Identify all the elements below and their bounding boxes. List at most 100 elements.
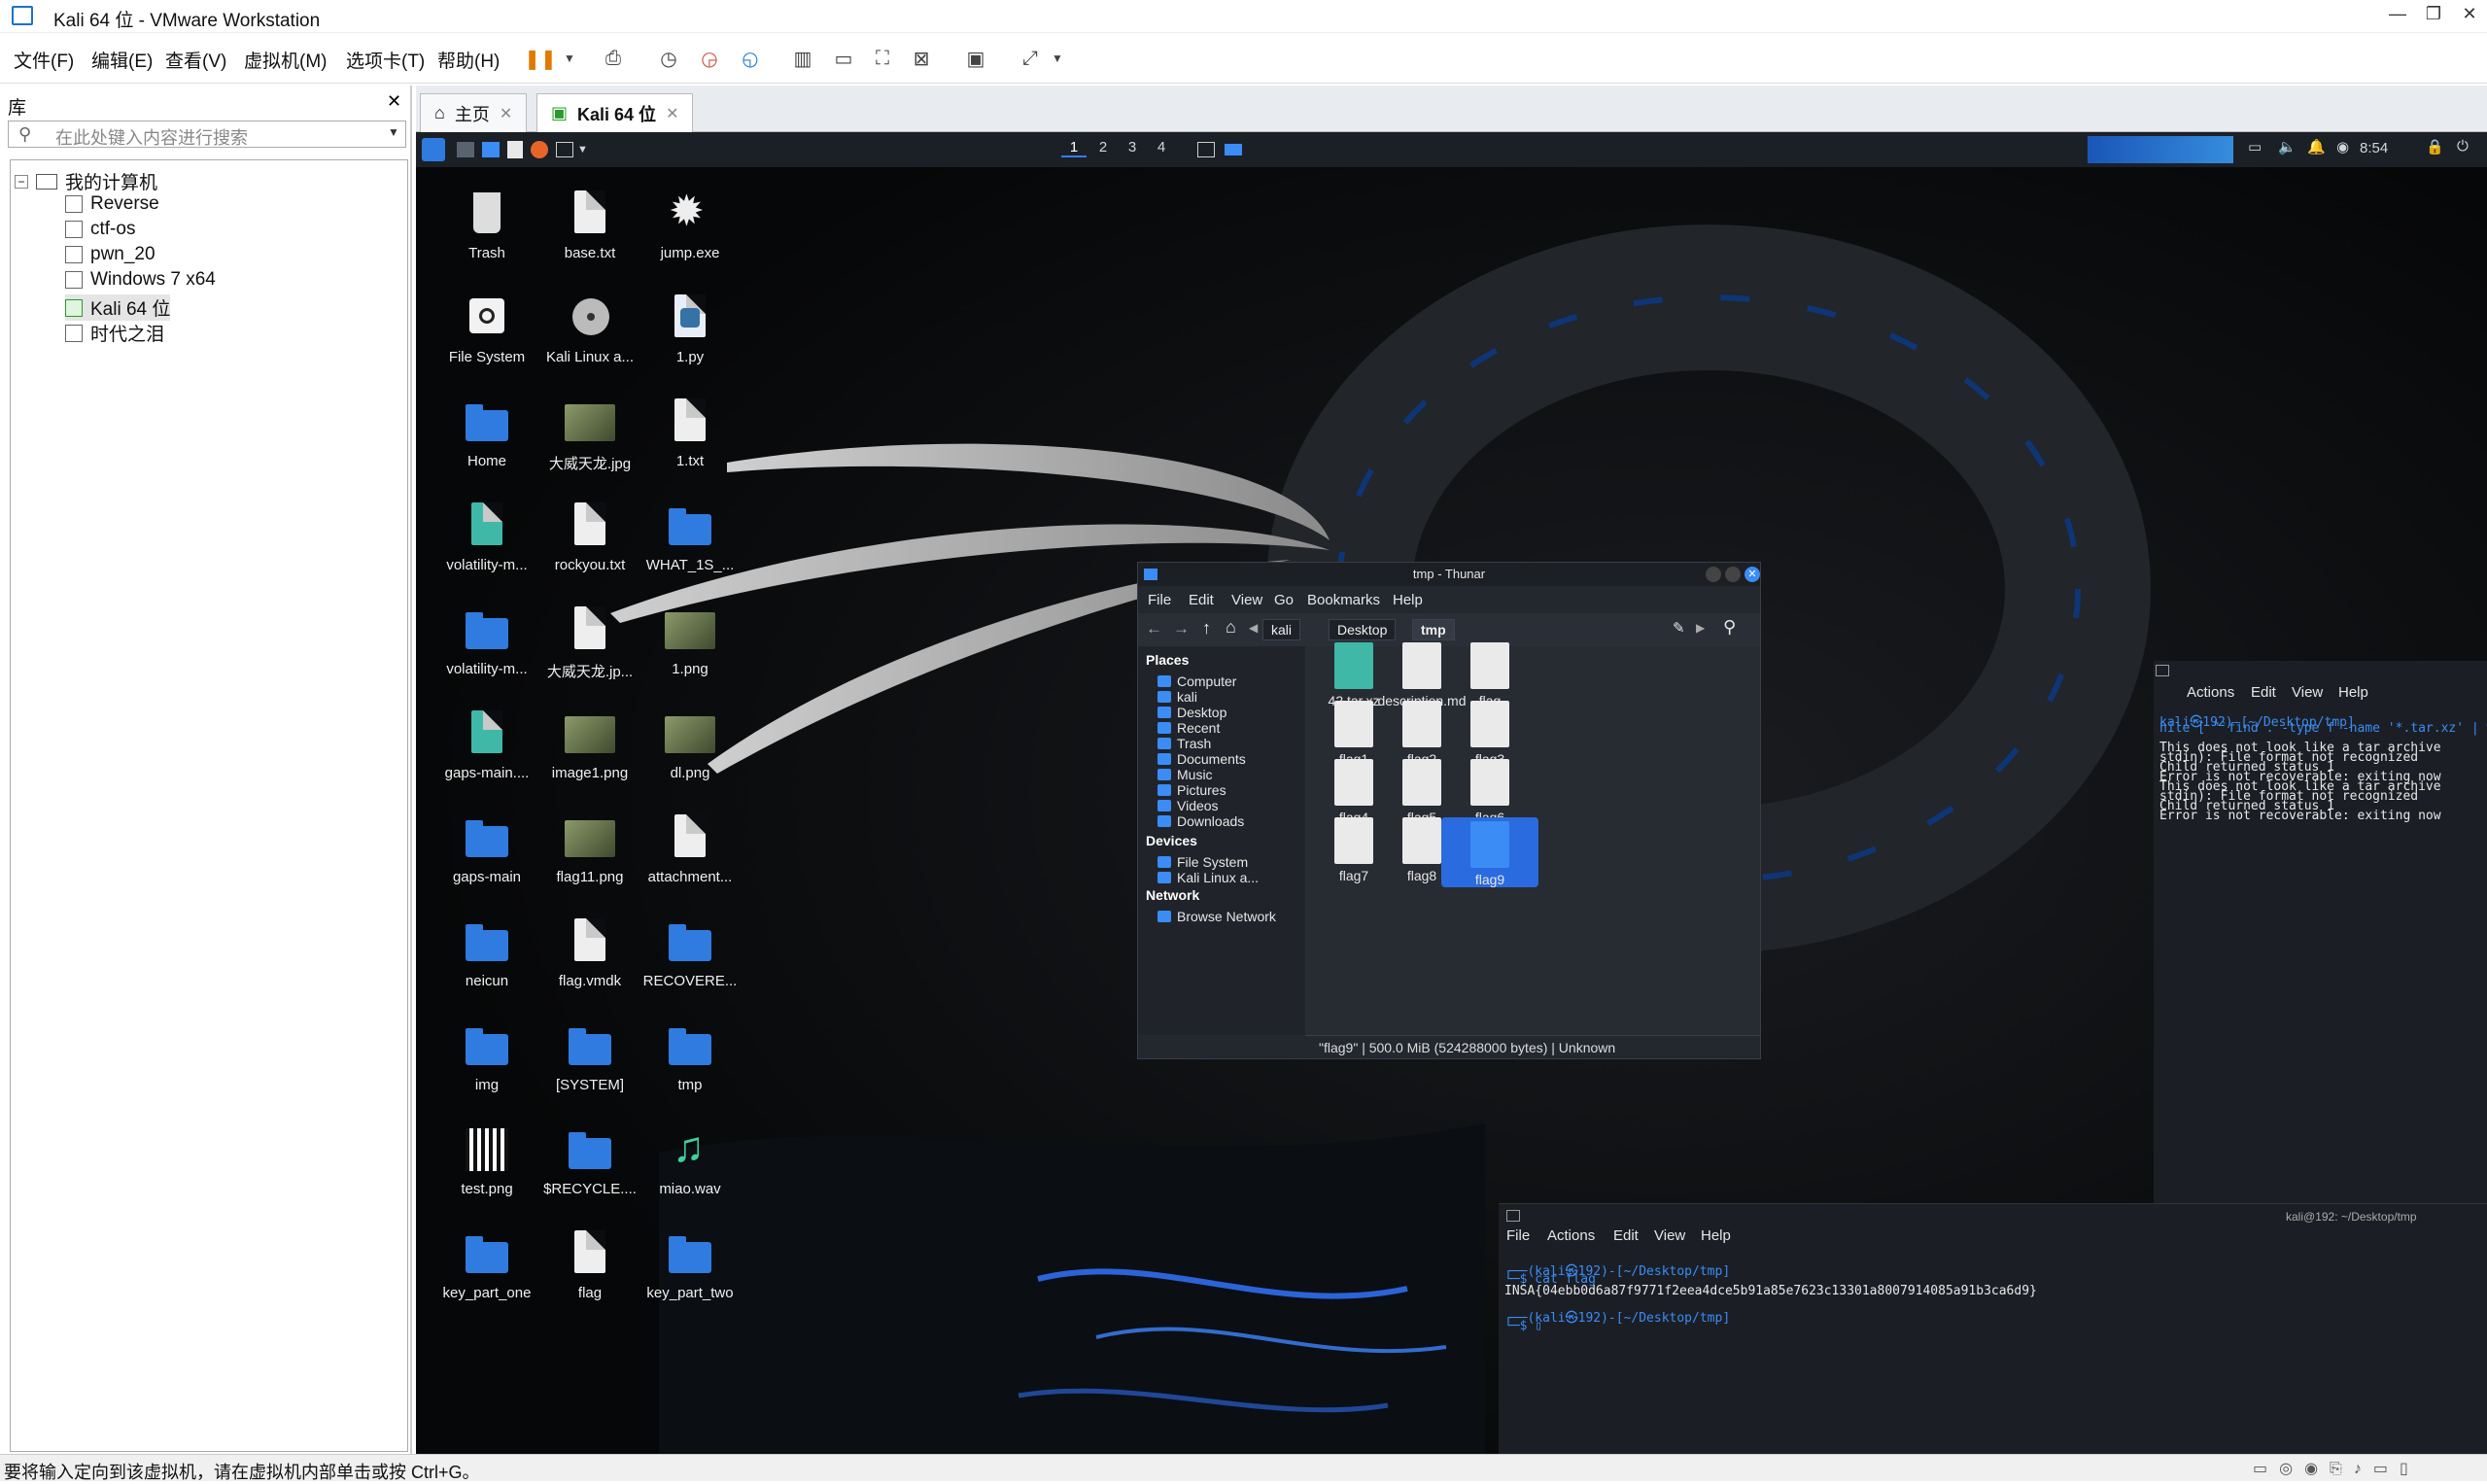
tab-kali[interactable]: ▣ Kali 64 位 ✕ [536,93,694,132]
workspace-3[interactable]: 3 [1120,139,1145,155]
snapshot-icon[interactable]: ◷ [653,43,684,74]
notification-icon[interactable]: 🔔 [2307,138,2326,155]
close-icon[interactable]: ✕ [500,104,512,123]
up-icon[interactable]: ↑ [1202,618,1211,638]
sidebar-item-device[interactable]: File System [1157,854,1248,870]
terminal-icon[interactable] [556,142,573,157]
tree-item-windows7[interactable]: Windows 7 x64 [65,269,216,291]
file-item[interactable]: flag9 [1441,817,1538,887]
file-item[interactable]: flag [1441,642,1538,708]
clock[interactable]: 8:54 [2360,140,2388,156]
close-icon[interactable]: ✕ [1744,567,1760,582]
volume-icon[interactable]: 🔈 [2278,138,2297,155]
chevron-down-icon[interactable]: ▼ [554,43,585,74]
tree-item-tears[interactable]: 时代之泪 [65,320,164,346]
tab-home[interactable]: ⌂ 主页 ✕ [420,93,528,132]
menu-actions[interactable]: Actions [2187,684,2234,701]
file-manager-icon[interactable] [482,142,500,157]
sidebar-item-videos[interactable]: Videos [1157,798,1219,813]
menu-file[interactable]: File [1148,592,1171,608]
chevron-down-icon[interactable]: ▼ [388,125,399,139]
search-icon[interactable]: ⚲ [1723,617,1736,638]
desktop-icon[interactable]: dl.png [637,708,743,781]
console-view-icon[interactable]: ▣ [960,43,991,74]
desktop-icon[interactable]: rockyou.txt [536,500,643,573]
terminal-window-1[interactable]: Actions Edit View Help kali㉿192)-[~/Desk… [2154,661,2487,1215]
crumb-kali[interactable]: kali [1262,619,1301,640]
desktop-icon[interactable]: Trash [433,189,540,261]
desktop-icon[interactable]: gaps-main.... [433,708,540,781]
workspace-1[interactable]: 1 [1061,139,1087,157]
crumb-desktop[interactable]: Desktop [1329,619,1397,640]
desktop-icon[interactable]: RECOVERE... [637,916,743,989]
workspace-2[interactable]: 2 [1090,139,1116,155]
tree-root[interactable]: − 我的计算机 [15,168,157,194]
desktop-icon[interactable]: Home [433,397,540,469]
menu-help[interactable]: Help [1701,1227,1731,1244]
pause-icon[interactable]: ❚❚ [524,43,557,74]
close-icon[interactable]: ✕ [666,104,678,123]
logout-icon[interactable]: ⏻ [2457,138,2469,155]
crumb-left-icon[interactable]: ◀ [1249,621,1258,635]
desktop-icon[interactable]: $RECYCLE.... [536,1124,643,1197]
sidebar-item-downloads[interactable]: Downloads [1157,813,1244,829]
fullscreen-icon[interactable]: ⛶ [867,43,898,74]
menu-edit[interactable]: Edit [2251,684,2276,701]
desktop-icon[interactable]: attachment... [637,812,743,885]
desktop-icon[interactable]: flag [536,1228,643,1301]
maximize-icon[interactable] [1725,567,1741,582]
kali-menu-icon[interactable] [422,138,445,161]
sidebar-item-trash[interactable]: Trash [1157,736,1211,751]
menu-tabs[interactable]: 选项卡(T) [346,47,425,73]
desktop-icon[interactable]: key_part_two [637,1228,743,1301]
desktop-icon[interactable]: gaps-main [433,812,540,885]
close-icon[interactable]: ✕ [387,91,401,112]
menu-go[interactable]: Go [1274,592,1294,608]
desktop-icon[interactable]: File System [433,293,540,365]
tree-item-ctf-os[interactable]: ctf-os [65,219,135,240]
firefox-icon[interactable] [531,141,548,158]
thumbnail-bar-icon[interactable]: ▭ [828,43,859,74]
desktop-icon[interactable]: 1.png [637,604,743,677]
menu-view[interactable]: 查看(V) [165,47,226,73]
back-icon[interactable]: ← [1146,619,1162,638]
desktop-icon[interactable]: flag.vmdk [536,916,643,989]
menu-help[interactable]: Help [1393,592,1423,608]
forward-icon[interactable]: → [1173,619,1190,638]
show-library-icon[interactable]: ▥ [787,43,818,74]
menu-bookmarks[interactable]: Bookmarks [1307,592,1380,608]
workspace-4[interactable]: 4 [1149,139,1174,155]
text-editor-icon[interactable] [507,141,523,158]
desktop-icon[interactable]: 1.py [637,293,743,365]
sidebar-item-desktop[interactable]: Desktop [1157,705,1226,720]
home-icon[interactable]: ⌂ [1226,617,1236,638]
device-status-icons[interactable]: ▭◎◉⎘♪▭▯ [2253,1459,2420,1478]
menu-vm[interactable]: 虚拟机(M) [244,47,327,73]
terminal-window-2[interactable]: kali@192: ~/Desktop/tmp File Actions Edi… [1499,1203,2487,1454]
desktop-icon[interactable]: image1.png [536,708,643,781]
chevron-down-icon[interactable]: ▼ [1042,43,1073,74]
library-search-input[interactable]: ⚲ 在此处键入内容进行搜索 ▼ [8,121,406,148]
display-icon[interactable]: ▭ [2248,138,2262,155]
sidebar-item-documents[interactable]: Documents [1157,751,1246,767]
desktop-icon[interactable]: volatility-m... [433,604,540,677]
lock-icon[interactable]: 🔒 [2426,138,2444,155]
desktop-icon[interactable]: 大威天龙.jpg [536,397,643,473]
menu-help[interactable]: Help [2338,684,2368,701]
menu-view[interactable]: View [1654,1227,1685,1244]
snapshot-manager-icon[interactable]: ◵ [735,43,766,74]
edit-location-icon[interactable]: ✎ [1673,619,1685,637]
desktop-icon[interactable]: ♫ miao.wav [637,1124,743,1198]
desktop-icon[interactable]: base.txt [536,189,643,261]
tree-item-pwn-20[interactable]: pwn_20 [65,244,155,265]
desktop-icon[interactable]: test.png [433,1124,540,1197]
power-manager-icon[interactable]: ◉ [2336,138,2349,155]
menu-actions[interactable]: Actions [1547,1227,1595,1244]
tree-item-kali[interactable]: Kali 64 位 [65,294,171,321]
menu-view[interactable]: View [1231,592,1262,608]
file-item[interactable]: flag6 [1441,759,1538,825]
close-icon[interactable]: ✕ [2455,4,2484,24]
menu-edit[interactable]: Edit [1189,592,1214,608]
chevron-down-icon[interactable]: ▼ [577,144,588,155]
window-icon[interactable] [1225,144,1242,155]
